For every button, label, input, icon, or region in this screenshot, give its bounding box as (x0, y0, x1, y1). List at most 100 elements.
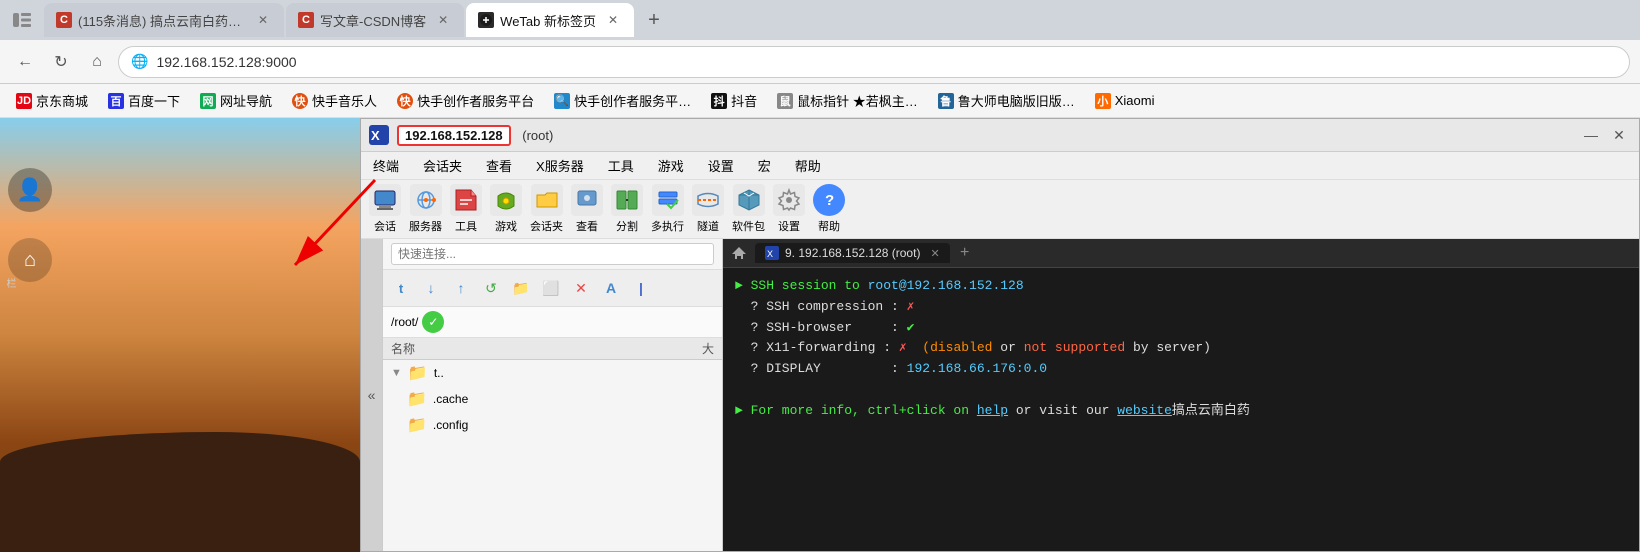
tab-3-close[interactable]: ✕ (604, 11, 622, 29)
file-list: ▼ 📁 t.. 📁 .cache 📁 .config (383, 360, 722, 551)
menu-xserver[interactable]: X服务器 (532, 154, 588, 177)
home-button[interactable]: ⌂ (82, 47, 112, 77)
sidebar-toggle[interactable] (8, 6, 36, 34)
menu-sessions[interactable]: 会话夹 (419, 154, 466, 177)
bookmark-ludashi[interactable]: 鲁 鲁大师电脑版旧版… (930, 89, 1083, 112)
bookmark-ks-music-icon: 快 (292, 93, 308, 109)
bookmark-xiaomi[interactable]: 小 Xiaomi (1087, 91, 1163, 111)
menu-macro[interactable]: 宏 (754, 154, 775, 177)
refresh-button[interactable]: ↻ (46, 47, 76, 77)
ssh-ip-label: 192.168.152.128 (397, 125, 511, 146)
path-ok-button[interactable]: ✓ (422, 311, 444, 333)
ssh-minimize-button[interactable]: — (1579, 123, 1603, 147)
tab-1-close[interactable]: ✕ (254, 11, 272, 29)
toolbar-server[interactable]: 服务器 (409, 184, 442, 234)
bookmark-ks-creator-icon: 快 (397, 93, 413, 109)
back-button[interactable]: ← (10, 47, 40, 77)
bookmark-ludashi-label: 鲁大师电脑版旧版… (958, 91, 1075, 110)
terminal-tab-bar: X 9. 192.168.152.128 (root) ✕ + (723, 239, 1639, 268)
toolbar-help[interactable]: ? 帮助 (813, 184, 845, 234)
file-tool-refresh[interactable]: ↺ (477, 274, 505, 302)
terminal-tab-active[interactable]: X 9. 192.168.152.128 (root) ✕ (755, 243, 950, 263)
tab-3[interactable]: WeTab 新标签页 ✕ (466, 3, 634, 37)
browser-chrome: C (115条消息) 搞点云南白药的博客 ✕ C 写文章-CSDN博客 ✕ We… (0, 0, 1640, 118)
home-icon: ⌂ (8, 238, 52, 282)
menu-settings[interactable]: 设置 (704, 154, 738, 177)
tab-3-label: WeTab 新标签页 (500, 11, 596, 30)
quick-connect-input[interactable] (391, 243, 714, 265)
ssh-body: « t ↓ ↑ ↺ 📁 ⬜ ✕ A | (361, 239, 1639, 551)
collapse-panel-button[interactable]: « (361, 239, 383, 551)
terminal-new-tab-button[interactable]: + (954, 242, 976, 264)
file-tool-upload[interactable]: ↑ (447, 274, 475, 302)
bookmark-mouse[interactable]: 鼠 鼠标指针 ★若枫主… (769, 89, 926, 112)
bookmark-baidu-label: 百度一下 (128, 91, 180, 110)
file-tool-t[interactable]: t (387, 274, 415, 302)
bookmark-mouse-icon: 鼠 (777, 93, 793, 109)
ssh-close-button[interactable]: ✕ (1607, 123, 1631, 147)
menu-terminal[interactable]: 终端 (369, 154, 403, 177)
bookmark-ks-creator[interactable]: 快 快手创作者服务平台 (389, 89, 542, 112)
bookmark-baidu[interactable]: 百 百度一下 (100, 89, 188, 112)
tab-2-close[interactable]: ✕ (434, 11, 452, 29)
toolbar-package[interactable]: 软件包 (732, 184, 765, 234)
file-toolbar: t ↓ ↑ ↺ 📁 ⬜ ✕ A | (383, 270, 722, 307)
bookmark-nav[interactable]: 网 网址导航 (192, 89, 280, 112)
menu-view[interactable]: 查看 (482, 154, 516, 177)
file-name: .cache (433, 392, 468, 406)
terminal-website-link[interactable]: website (1117, 403, 1172, 418)
toolbar-games[interactable]: 游戏 (490, 184, 522, 234)
toolbar-settings[interactable]: 设置 (773, 184, 805, 234)
toolbar-sessions-folder[interactable]: 会话夹 (530, 184, 563, 234)
bookmark-douyin[interactable]: 抖 抖音 (703, 89, 765, 112)
address-bar[interactable]: 🌐 192.168.152.128:9000 (118, 46, 1630, 78)
bookmark-ludashi-icon: 鲁 (938, 93, 954, 109)
file-tool-copy[interactable]: ⬜ (537, 274, 565, 302)
tab-1[interactable]: C (115条消息) 搞点云南白药的博客 ✕ (44, 3, 284, 37)
list-item[interactable]: ▼ 📁 t.. (383, 360, 722, 386)
toolbar-sessions-label: 会话 (374, 218, 396, 234)
file-folder-icon: 📁 (408, 363, 428, 383)
bookmark-jd-label: 京东商城 (36, 91, 88, 110)
terminal-help-link[interactable]: help (977, 403, 1008, 418)
file-tool-info[interactable]: | (627, 274, 655, 302)
list-item[interactable]: 📁 .cache (383, 386, 722, 412)
terminal-tab-close[interactable]: ✕ (930, 247, 939, 260)
toolbar-split[interactable]: 分割 (611, 184, 643, 234)
bookmark-jd[interactable]: JD 京东商城 (8, 89, 96, 112)
bookmarks-bar: JD 京东商城 百 百度一下 网 网址导航 快 快手音乐人 快 快手创作者服务平… (0, 84, 1640, 118)
terminal-content[interactable]: ► SSH session to root@192.168.152.128 ? … (723, 268, 1639, 551)
toolbar-tools-label: 工具 (455, 218, 477, 234)
list-item[interactable]: 📁 .config (383, 412, 722, 438)
new-tab-button[interactable]: + (640, 6, 668, 34)
file-list-header: 名称 大 (383, 338, 722, 360)
bookmark-ks-search[interactable]: 🔍 快手创作者服务平… (546, 89, 699, 112)
bookmark-xiaomi-label: Xiaomi (1115, 93, 1155, 108)
file-name: .config (433, 418, 468, 432)
tab-2[interactable]: C 写文章-CSDN博客 ✕ (286, 3, 464, 37)
tab-1-label: (115条消息) 搞点云南白药的博客 (78, 11, 246, 30)
file-tool-delete[interactable]: ✕ (567, 274, 595, 302)
menu-tools[interactable]: 工具 (604, 154, 638, 177)
file-tool-download[interactable]: ↓ (417, 274, 445, 302)
file-tool-rename[interactable]: A (597, 274, 625, 302)
tab-1-favicon: C (56, 12, 72, 28)
ssh-menu-bar: 终端 会话夹 查看 X服务器 工具 游戏 设置 宏 帮助 (361, 152, 1639, 180)
main-content: 👤 ⌂ 栏 X 192.168.152.128 (roo (0, 118, 1640, 552)
menu-games[interactable]: 游戏 (654, 154, 688, 177)
toolbar-sessions[interactable]: 会话 (369, 184, 401, 234)
bookmark-ks-music[interactable]: 快 快手音乐人 (284, 89, 385, 112)
file-browser: t ↓ ↑ ↺ 📁 ⬜ ✕ A | /root/ ✓ 名称 (383, 239, 723, 551)
bookmark-ks-search-label: 快手创作者服务平… (574, 91, 691, 110)
bookmark-jd-icon: JD (16, 93, 32, 109)
toolbar-view-label: 查看 (576, 218, 598, 234)
toolbar-view[interactable]: 查看 (571, 184, 603, 234)
menu-help[interactable]: 帮助 (791, 154, 825, 177)
toolbar-multiexec[interactable]: 多执行 (651, 184, 684, 234)
toolbar-tools[interactable]: 工具 (450, 184, 482, 234)
background-scenery: 👤 ⌂ 栏 (0, 118, 360, 552)
terminal-panel: X 9. 192.168.152.128 (root) ✕ + ► SSH se… (723, 239, 1639, 551)
toolbar-tunnel[interactable]: 隧道 (692, 184, 724, 234)
terminal-home-button[interactable] (727, 241, 751, 265)
file-tool-folder[interactable]: 📁 (507, 274, 535, 302)
